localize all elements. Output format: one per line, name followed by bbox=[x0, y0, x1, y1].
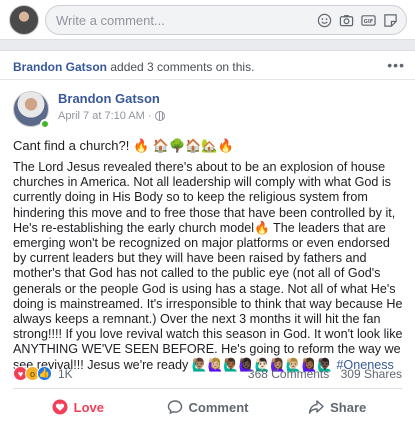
meta-separator: · bbox=[147, 110, 152, 122]
composer-tools: GIF bbox=[317, 13, 398, 28]
share-button[interactable]: Share bbox=[272, 392, 402, 422]
comment-button[interactable]: Comment bbox=[143, 392, 273, 422]
globe-icon bbox=[154, 111, 165, 121]
shares-count[interactable]: 309 Shares bbox=[341, 367, 402, 381]
comment-input[interactable]: Write a comment... GIF bbox=[45, 5, 407, 35]
post-title: Cant find a church?! 🔥 🏠🌳🏠🏡🔥 bbox=[13, 138, 234, 153]
post-body: The Lord Jesus revealed there's about to… bbox=[13, 160, 405, 373]
heart-icon bbox=[52, 399, 68, 415]
comment-placeholder: Write a comment... bbox=[56, 13, 165, 28]
divider bbox=[0, 79, 415, 80]
love-label: Love bbox=[73, 399, 104, 415]
post-timestamp[interactable]: April 7 at 7:10 AM bbox=[58, 110, 145, 122]
comment-icon bbox=[167, 400, 182, 415]
post-actions: Love Comment Share bbox=[13, 392, 402, 422]
post-body-text: The Lord Jesus revealed there's about to… bbox=[13, 160, 403, 372]
reaction-count[interactable]: 1K bbox=[58, 367, 73, 381]
online-status-icon bbox=[40, 119, 50, 129]
post-stats: ♥ o 👍 1K 368 Comments 309 Shares bbox=[0, 364, 415, 384]
comments-count[interactable]: 368 Comments bbox=[248, 367, 329, 381]
activity-line: Brandon Gatson added 3 comments on this. bbox=[13, 60, 254, 74]
emoji-icon[interactable] bbox=[317, 13, 332, 28]
like-reaction-icon: 👍 bbox=[37, 366, 52, 381]
divider bbox=[13, 388, 402, 389]
reaction-icons[interactable]: ♥ o 👍 bbox=[13, 366, 52, 381]
author-name[interactable]: Brandon Gatson bbox=[58, 91, 160, 106]
activity-user-link[interactable]: Brandon Gatson bbox=[13, 60, 107, 74]
comment-label: Comment bbox=[188, 399, 249, 415]
share-icon bbox=[308, 400, 324, 414]
love-button[interactable]: Love bbox=[13, 392, 143, 422]
stats-right: 368 Comments 309 Shares bbox=[248, 367, 402, 381]
post-card: Brandon Gatson added 3 comments on this.… bbox=[0, 50, 415, 428]
share-label: Share bbox=[330, 399, 367, 415]
camera-icon[interactable] bbox=[339, 13, 354, 28]
sticker-icon[interactable] bbox=[383, 13, 398, 28]
post-meta: April 7 at 7:10 AM · bbox=[58, 110, 165, 122]
svg-text:GIF: GIF bbox=[364, 19, 374, 25]
gif-icon[interactable]: GIF bbox=[361, 13, 376, 28]
activity-text: added 3 comments on this. bbox=[107, 60, 255, 74]
more-options-icon[interactable]: ••• bbox=[387, 57, 405, 73]
current-user-avatar[interactable] bbox=[9, 5, 39, 35]
comment-composer-bar: Write a comment... GIF bbox=[0, 0, 415, 40]
